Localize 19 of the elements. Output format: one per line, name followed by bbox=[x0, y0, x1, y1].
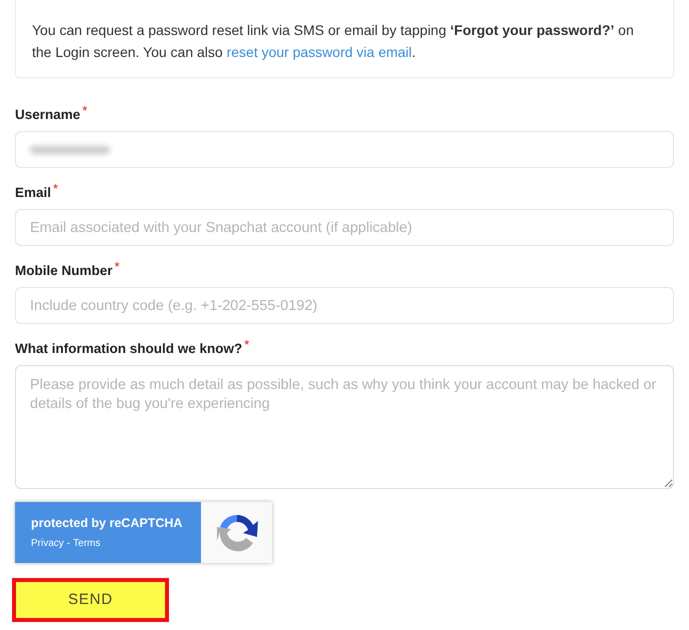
required-mark: * bbox=[82, 102, 88, 120]
send-button[interactable]: SEND bbox=[12, 578, 169, 622]
required-mark: * bbox=[53, 180, 58, 198]
reset-email-link[interactable]: reset your password via email bbox=[226, 44, 412, 60]
input-field[interactable] bbox=[15, 131, 674, 168]
required-mark: * bbox=[114, 258, 120, 276]
field-label: What information should we know? bbox=[15, 340, 242, 358]
input-field[interactable]: Email associated with your Snapchat account (if applicable) bbox=[15, 209, 674, 246]
required-mark: * bbox=[244, 336, 250, 354]
separator-text: - bbox=[66, 537, 70, 552]
recaptcha-link[interactable]: Privacy bbox=[31, 536, 64, 552]
field-label: Mobile Number bbox=[15, 262, 113, 280]
input-field[interactable]: Include country code (e.g. +1-202-555-0192) bbox=[15, 287, 674, 324]
field-label: Username bbox=[15, 106, 80, 124]
recaptcha-title: protected by reCAPTCHA bbox=[31, 514, 184, 532]
field-label: Email bbox=[15, 184, 52, 202]
notice-text: You can request a password reset link via SMS or email by tapping ‘Forgot your password?’ on the Login screen. You can also reset your password via email. bbox=[32, 21, 635, 62]
details-textarea[interactable]: Please provide as much detail as possible, such as why you think your account may be hacked or details of the bug you're experiencing bbox=[15, 365, 674, 489]
recaptcha-link[interactable]: Terms bbox=[73, 536, 100, 552]
